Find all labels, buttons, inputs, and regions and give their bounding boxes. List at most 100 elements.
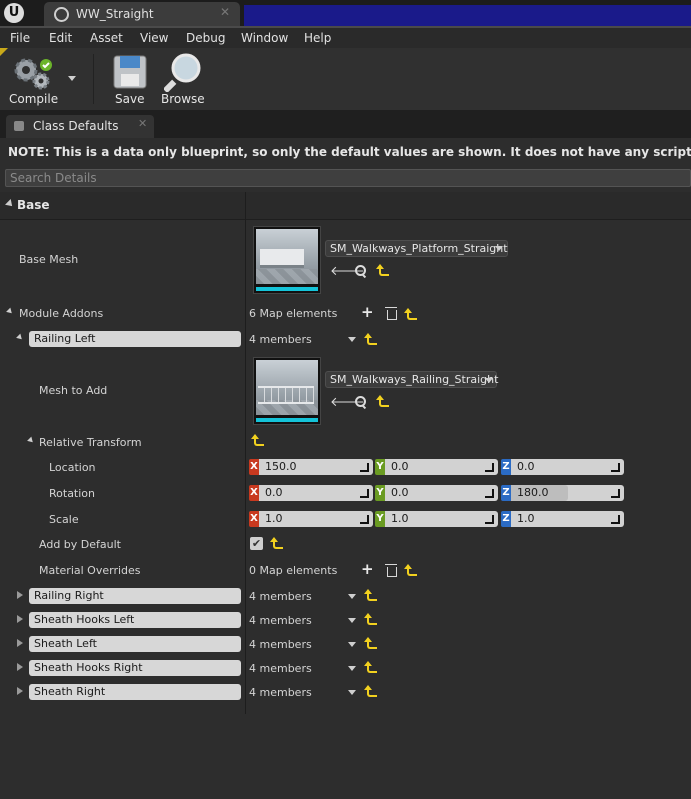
sheath-right-expand-arrow-icon[interactable] (17, 687, 23, 695)
reset-to-default-icon[interactable] (364, 333, 377, 345)
railing-right-options-chevron-icon[interactable] (348, 594, 356, 599)
tab-class-defaults-label: Class Defaults (33, 119, 119, 133)
reset-to-default-icon[interactable] (364, 589, 377, 601)
scale-z-field[interactable]: 1.0 (511, 511, 624, 527)
reset-to-default-icon[interactable] (364, 637, 377, 649)
base-mesh-thumbnail[interactable] (253, 226, 321, 294)
compile-button[interactable]: Compile (6, 52, 58, 108)
scale-x-field[interactable]: 1.0 (259, 511, 373, 527)
material-overrides-count: 0 Map elements (249, 564, 338, 577)
location-y-value: 0.0 (391, 460, 409, 473)
sheath-right-options-chevron-icon[interactable] (348, 690, 356, 695)
scale-y-field[interactable]: 1.0 (385, 511, 498, 527)
sheath-left-expand-arrow-icon[interactable] (17, 639, 23, 647)
railing-left-options-chevron-icon[interactable] (348, 337, 356, 342)
module-addons-expand-arrow-icon[interactable] (6, 307, 14, 316)
browse-asset-search-icon[interactable] (355, 396, 366, 407)
browse-asset-search-icon[interactable] (355, 265, 366, 276)
drag-handle-icon[interactable] (360, 463, 369, 472)
rotation-y-value: 0.0 (391, 486, 409, 499)
rotation-y-field[interactable]: 0.0 (385, 485, 498, 501)
location-x-field[interactable]: 150.0 (259, 459, 373, 475)
document-tab[interactable]: WW_Straight ✕ (44, 2, 240, 26)
rotation-x-field[interactable]: 0.0 (259, 485, 373, 501)
sheath-right-members: 4 members (249, 686, 312, 699)
category-header-base[interactable] (0, 192, 691, 220)
sheath-hooks-left-expand-arrow-icon[interactable] (17, 615, 23, 623)
location-x-axis-tag: X (249, 459, 259, 475)
drag-handle-icon[interactable] (485, 515, 494, 524)
rotation-z-field[interactable]: 180.0 (511, 485, 624, 501)
location-z-field[interactable]: 0.0 (511, 459, 624, 475)
menu-window[interactable]: Window (241, 28, 288, 48)
sheath-hooks-right-options-chevron-icon[interactable] (348, 666, 356, 671)
clear-elements-trash-icon[interactable] (385, 564, 397, 577)
menu-help[interactable]: Help (304, 28, 331, 48)
sheath-right-key-field[interactable]: Sheath Right (29, 684, 241, 700)
base-mesh-asset-combo[interactable]: SM_Walkways_Platform_Straight (325, 240, 508, 257)
module-addons-label: Module Addons (19, 307, 104, 320)
thumbnail-floor (256, 269, 318, 284)
reset-to-default-icon[interactable] (376, 264, 389, 276)
menu-bar: File Edit Asset View Debug Window Help (0, 28, 691, 48)
clear-elements-trash-icon[interactable] (385, 307, 397, 320)
drag-handle-icon[interactable] (360, 515, 369, 524)
browse-magnifier-icon (164, 53, 201, 92)
compile-options-chevron-down-icon[interactable] (68, 76, 76, 81)
railing-left-members: 4 members (249, 333, 312, 346)
sheath-hooks-right-key-field[interactable]: Sheath Hooks Right (29, 660, 241, 676)
close-panel-icon[interactable]: ✕ (138, 117, 147, 130)
menu-file[interactable]: File (10, 28, 30, 48)
menu-view[interactable]: View (140, 28, 168, 48)
unreal-logo-icon[interactable]: U (4, 3, 24, 23)
reset-to-default-icon[interactable] (251, 434, 264, 446)
railing-right-expand-arrow-icon[interactable] (17, 591, 23, 599)
railing-right-key-field[interactable]: Railing Right (29, 588, 241, 604)
rotation-x-value: 0.0 (265, 486, 283, 499)
drag-handle-icon[interactable] (611, 463, 620, 472)
close-tab-icon[interactable]: ✕ (220, 5, 230, 19)
reset-to-default-icon[interactable] (364, 661, 377, 673)
menu-asset[interactable]: Asset (90, 28, 123, 48)
railing-left-expand-arrow-icon[interactable] (16, 333, 24, 342)
title-bar-empty-area (244, 5, 691, 26)
drag-handle-icon[interactable] (611, 489, 620, 498)
sheath-left-options-chevron-icon[interactable] (348, 642, 356, 647)
tab-class-defaults[interactable]: Class Defaults ✕ (6, 115, 154, 138)
add-element-plus-icon[interactable]: + (361, 305, 374, 320)
add-by-default-checkbox[interactable]: ✔ (250, 537, 263, 550)
document-tab-title: WW_Straight (76, 7, 154, 21)
column-divider[interactable] (245, 192, 246, 714)
sheath-hooks-left-key-field[interactable]: Sheath Hooks Left (29, 612, 241, 628)
sheath-hooks-left-options-chevron-icon[interactable] (348, 618, 356, 623)
reset-to-default-icon[interactable] (364, 685, 377, 697)
mesh-to-add-thumbnail[interactable] (253, 357, 321, 425)
drag-handle-icon[interactable] (485, 463, 494, 472)
save-button[interactable]: Save (108, 52, 152, 108)
mesh-to-add-asset-combo[interactable]: SM_Walkways_Railing_Straight (325, 371, 499, 388)
mesh-to-add-dropdown-chevron-icon[interactable] (485, 378, 493, 383)
reset-to-default-icon[interactable] (364, 613, 377, 625)
reset-to-default-icon[interactable] (376, 395, 389, 407)
reset-to-default-icon[interactable] (270, 537, 283, 549)
sheath-hooks-right-expand-arrow-icon[interactable] (17, 663, 23, 671)
add-element-plus-icon[interactable]: + (361, 562, 374, 577)
sheath-left-key-field[interactable]: Sheath Left (29, 636, 241, 652)
base-mesh-dropdown-chevron-icon[interactable] (495, 246, 503, 251)
relative-transform-expand-arrow-icon[interactable] (27, 436, 35, 445)
scale-z-axis-tag: Z (501, 511, 511, 527)
drag-handle-icon[interactable] (485, 489, 494, 498)
location-z-axis-tag: Z (501, 459, 511, 475)
mesh-to-add-asset-name: SM_Walkways_Railing_Straight (330, 373, 499, 386)
menu-edit[interactable]: Edit (49, 28, 72, 48)
search-details-input[interactable] (5, 169, 691, 187)
location-y-field[interactable]: 0.0 (385, 459, 498, 475)
browse-button[interactable]: Browse (158, 52, 208, 108)
menu-debug[interactable]: Debug (186, 28, 225, 48)
drag-handle-icon[interactable] (611, 515, 620, 524)
railing-left-key-field[interactable]: Railing Left (29, 331, 241, 347)
scale-x-axis-tag: X (249, 511, 259, 527)
drag-handle-icon[interactable] (360, 489, 369, 498)
reset-to-default-icon[interactable] (404, 564, 417, 576)
reset-to-default-icon[interactable] (404, 308, 417, 320)
